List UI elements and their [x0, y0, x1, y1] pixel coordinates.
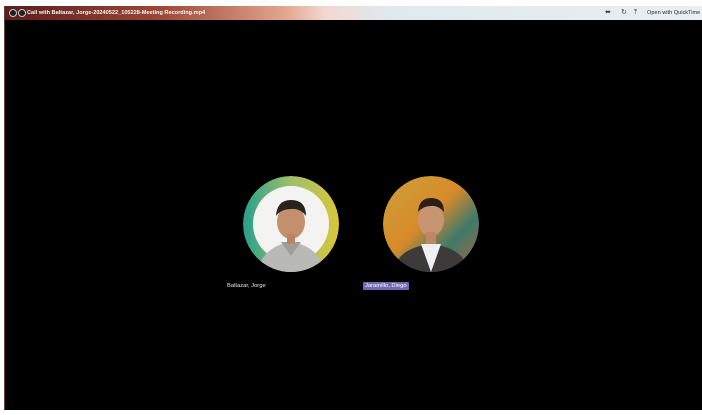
participant-name-label: Baltazar, Jorge: [227, 283, 266, 289]
open-with-quicktime-button[interactable]: Open with QuickTime Pla: [647, 8, 702, 18]
participant-name-label-active: Jaramillo, Diego: [363, 282, 409, 290]
rotate-icon[interactable]: ↻: [621, 8, 627, 18]
meeting-stage: Baltazar, Jorge Jaramillo, Diego: [5, 20, 702, 410]
participant-avatar-jorge: [243, 176, 339, 272]
participant-avatar-diego: [383, 176, 479, 272]
close-window-icon[interactable]: [9, 9, 17, 17]
minimize-window-icon[interactable]: [18, 9, 26, 17]
title-bar: Call with Baltazar, Jorge-20240522_10522…: [5, 6, 702, 20]
audio-icon[interactable]: ⬌: [605, 8, 611, 18]
share-icon[interactable]: ⤒: [634, 8, 637, 18]
video-player-window: Call with Baltazar, Jorge-20240522_10522…: [4, 6, 702, 410]
window-title: Call with Baltazar, Jorge-20240522_10522…: [27, 10, 206, 16]
